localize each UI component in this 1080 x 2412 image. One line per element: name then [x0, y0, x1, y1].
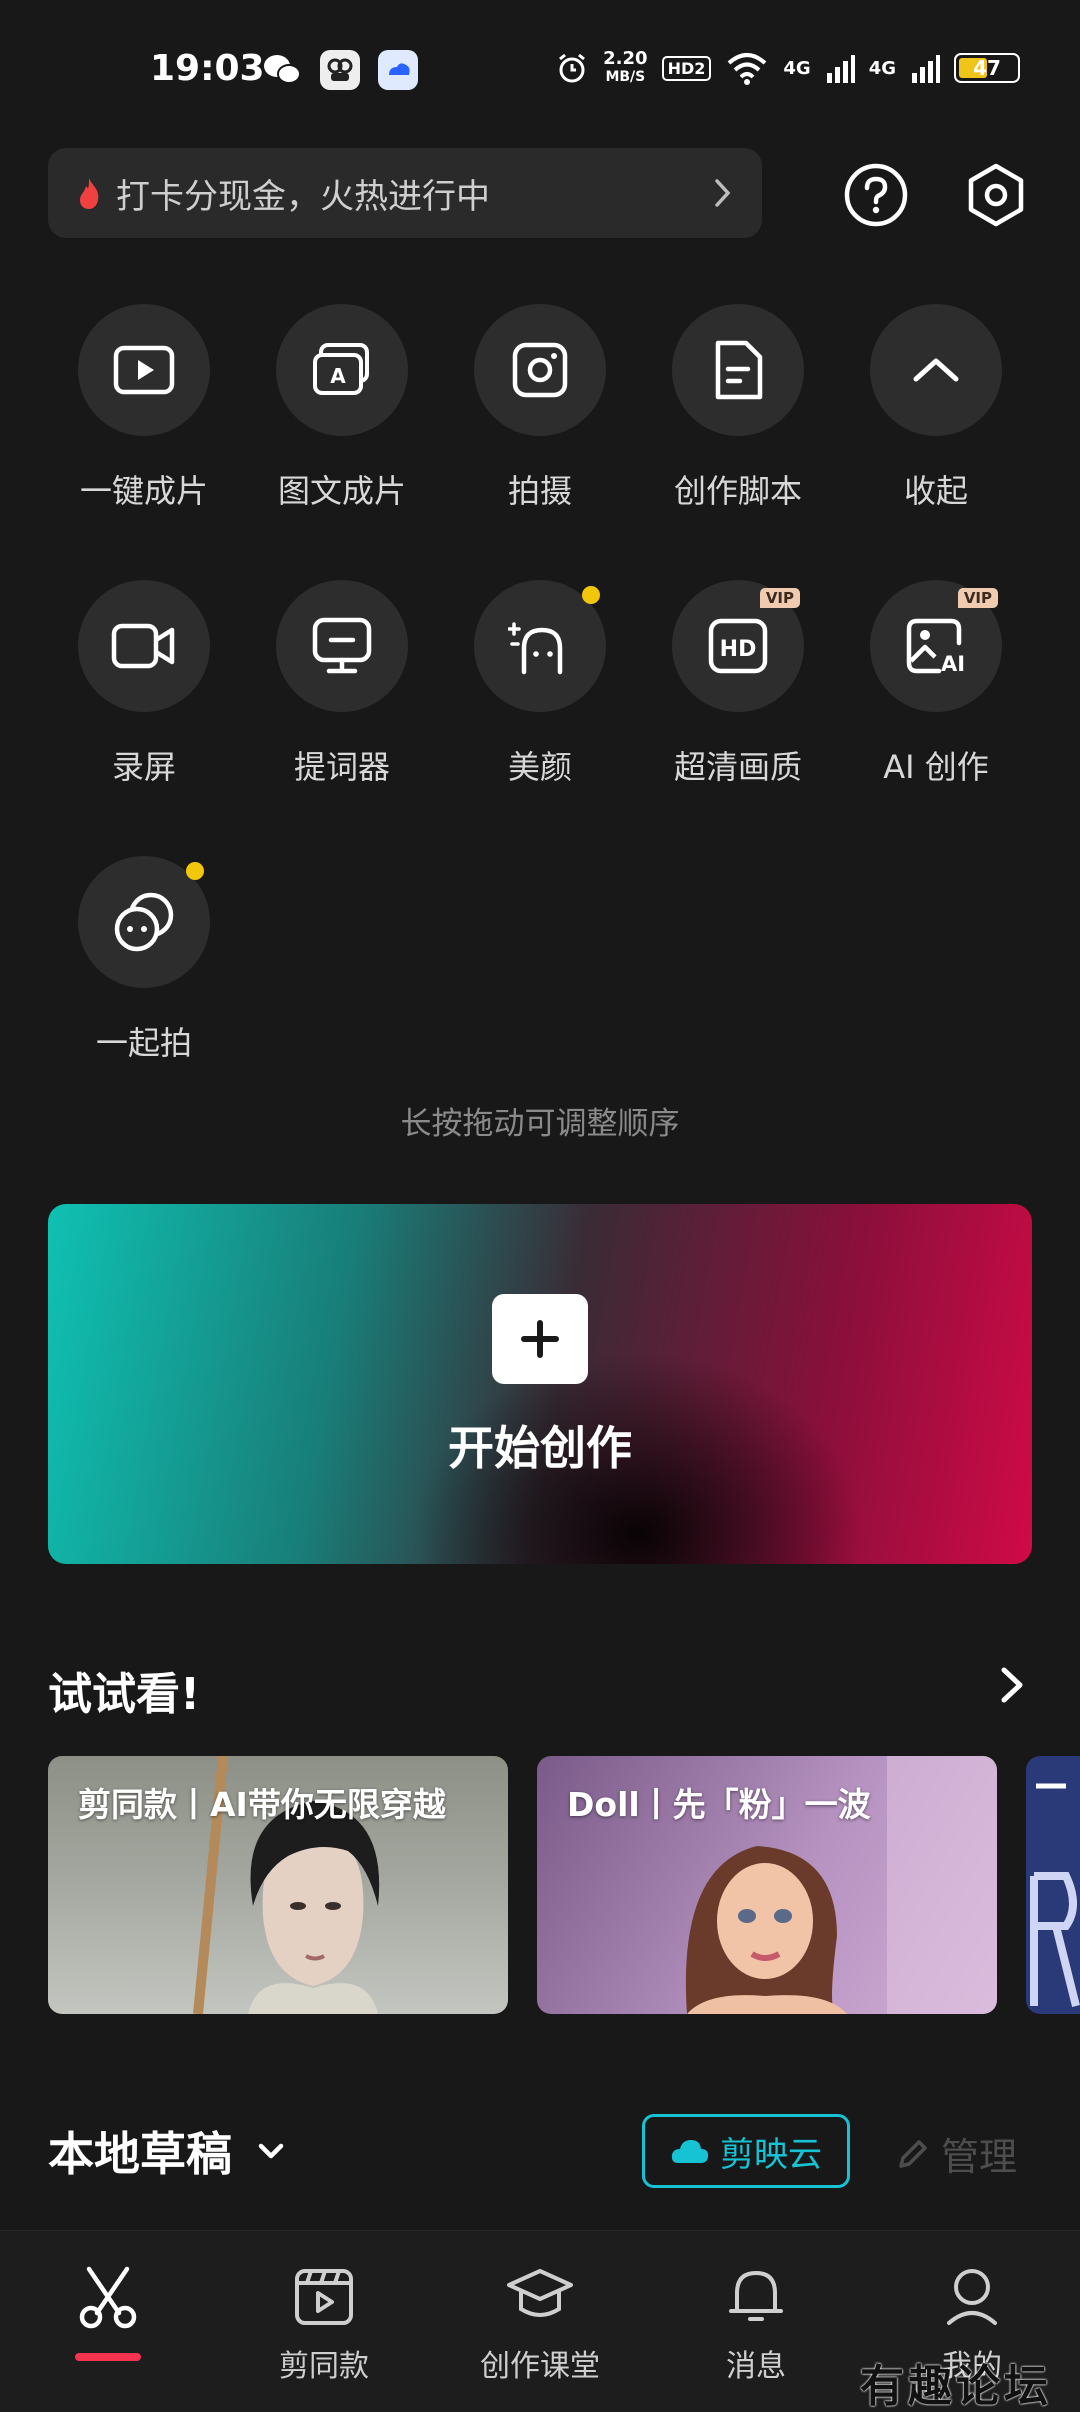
tool-script[interactable]: 创作脚本 — [639, 304, 837, 524]
svg-text:AI: AI — [941, 652, 965, 676]
local-drafts-title: 本地草稿 — [48, 2127, 232, 2181]
vip-badge: VIP — [759, 588, 800, 608]
together-icon — [78, 856, 210, 988]
signal-bars-1-icon — [826, 55, 855, 83]
manage-label: 管理 — [941, 2135, 1018, 2179]
play-square-icon — [78, 304, 210, 436]
watermark: 有趣论坛 — [860, 2361, 1052, 2412]
graduation-cap-icon — [507, 2269, 573, 2317]
start-create-label: 开始创作 — [448, 1421, 632, 1475]
chevron-right-icon — [1001, 1667, 1023, 1703]
tool-one-click-video[interactable]: 一键成片 — [45, 304, 243, 524]
chevron-down-icon — [258, 2143, 284, 2159]
try-card-title: 剪同款丨AI带你无限穿越 — [78, 1785, 446, 1824]
settings-hexagon-icon — [968, 163, 1024, 227]
status-indicators: 2.20 MB/S HD2 4G 4G 47 — [555, 50, 1020, 86]
wechat-icon — [262, 50, 302, 90]
beauty-icon — [474, 580, 606, 712]
video-camera-icon — [78, 580, 210, 712]
try-card-title: Doll丨先「粉」一波 — [567, 1785, 871, 1824]
settings-button[interactable] — [953, 152, 1039, 238]
battery-indicator: 47 — [954, 53, 1020, 83]
flame-icon — [80, 178, 99, 209]
manage-button[interactable]: 管理 — [895, 2126, 1017, 2181]
new-dot — [582, 586, 600, 604]
wifi-icon — [728, 53, 767, 85]
cloud-icon — [671, 2140, 709, 2163]
signal-4g-1: 4G — [783, 57, 811, 79]
nav-edit[interactable] — [0, 2265, 216, 2361]
cloud-app-icon — [378, 50, 418, 90]
status-time: 19:03 — [150, 48, 265, 89]
local-drafts-dropdown[interactable]: 本地草稿 — [48, 2118, 288, 2184]
tool-image-text-video[interactable]: A 图文成片 — [243, 304, 441, 524]
hd-icon: HD VIP — [672, 580, 804, 712]
camera-icon — [474, 304, 606, 436]
nav-messages[interactable]: 消息 — [648, 2265, 864, 2385]
signal-bars-2-icon — [912, 55, 940, 83]
template-icon — [295, 2269, 353, 2325]
start-create-button[interactable]: 开始创作 — [48, 1204, 1032, 1564]
tool-collapse[interactable]: 收起 — [837, 304, 1035, 524]
tool-teleprompter[interactable]: 提词器 — [243, 580, 441, 800]
tool-ai-create[interactable]: AI VIP AI 创作 — [837, 580, 1035, 800]
try-card-doll[interactable]: Doll丨先「粉」一波 — [537, 1756, 997, 2014]
net-speed: 2.20 MB/S — [603, 48, 648, 86]
bell-icon — [729, 2271, 783, 2321]
promo-text: 打卡分现金，火热进行中 — [116, 176, 490, 217]
document-icon — [672, 304, 804, 436]
chevron-right-icon — [715, 179, 731, 207]
tool-screen-record[interactable]: 录屏 — [45, 580, 243, 800]
nav-templates[interactable]: 剪同款 — [216, 2265, 432, 2385]
try-card-partial[interactable] — [1026, 1756, 1080, 2014]
cloud-label: 剪映云 — [720, 2134, 822, 2175]
svg-text:HD: HD — [720, 637, 757, 662]
nav-classroom[interactable]: 创作课堂 — [432, 2265, 648, 2385]
try-section-title: 试试看! — [48, 1669, 201, 1720]
app-notification-icon — [320, 50, 360, 90]
help-button[interactable] — [833, 152, 919, 238]
tool-shoot-together[interactable]: 一起拍 — [45, 856, 243, 1076]
ai-image-icon: AI VIP — [870, 580, 1002, 712]
new-dot — [186, 862, 204, 880]
status-app-icons — [262, 50, 418, 90]
svg-text:A: A — [330, 364, 346, 388]
user-icon — [947, 2269, 997, 2325]
cloud-button[interactable]: 剪映云 — [642, 2114, 850, 2188]
teleprompter-icon — [276, 580, 408, 712]
scissors-icon — [79, 2266, 137, 2329]
card-thumbnail-partial — [1030, 1783, 1080, 2007]
image-text-icon: A — [276, 304, 408, 436]
status-bar: 19:03 2.20 MB/S HD2 4G 4G 47 — [0, 0, 1080, 140]
try-card-ai-travel[interactable]: 剪同款丨AI带你无限穿越 — [48, 1756, 508, 2014]
tool-beauty[interactable]: 美颜 — [441, 580, 639, 800]
alarm-icon — [559, 53, 586, 83]
chevron-up-icon — [870, 304, 1002, 436]
tool-hd-quality[interactable]: HD VIP 超清画质 — [639, 580, 837, 800]
tool-shoot[interactable]: 拍摄 — [441, 304, 639, 524]
reorder-hint: 长按拖动可调整顺序 — [400, 1106, 680, 1142]
active-indicator — [75, 2353, 141, 2361]
vip-badge: VIP — [957, 588, 998, 608]
signal-4g-2: 4G — [868, 57, 896, 79]
help-icon — [844, 163, 908, 227]
plus-icon — [492, 1294, 588, 1384]
promo-banner[interactable]: 打卡分现金，火热进行中 — [48, 148, 762, 238]
hd-voice-badge: HD2 — [661, 55, 712, 81]
try-more-button[interactable] — [994, 1660, 1030, 1710]
pencil-icon — [899, 2139, 927, 2168]
